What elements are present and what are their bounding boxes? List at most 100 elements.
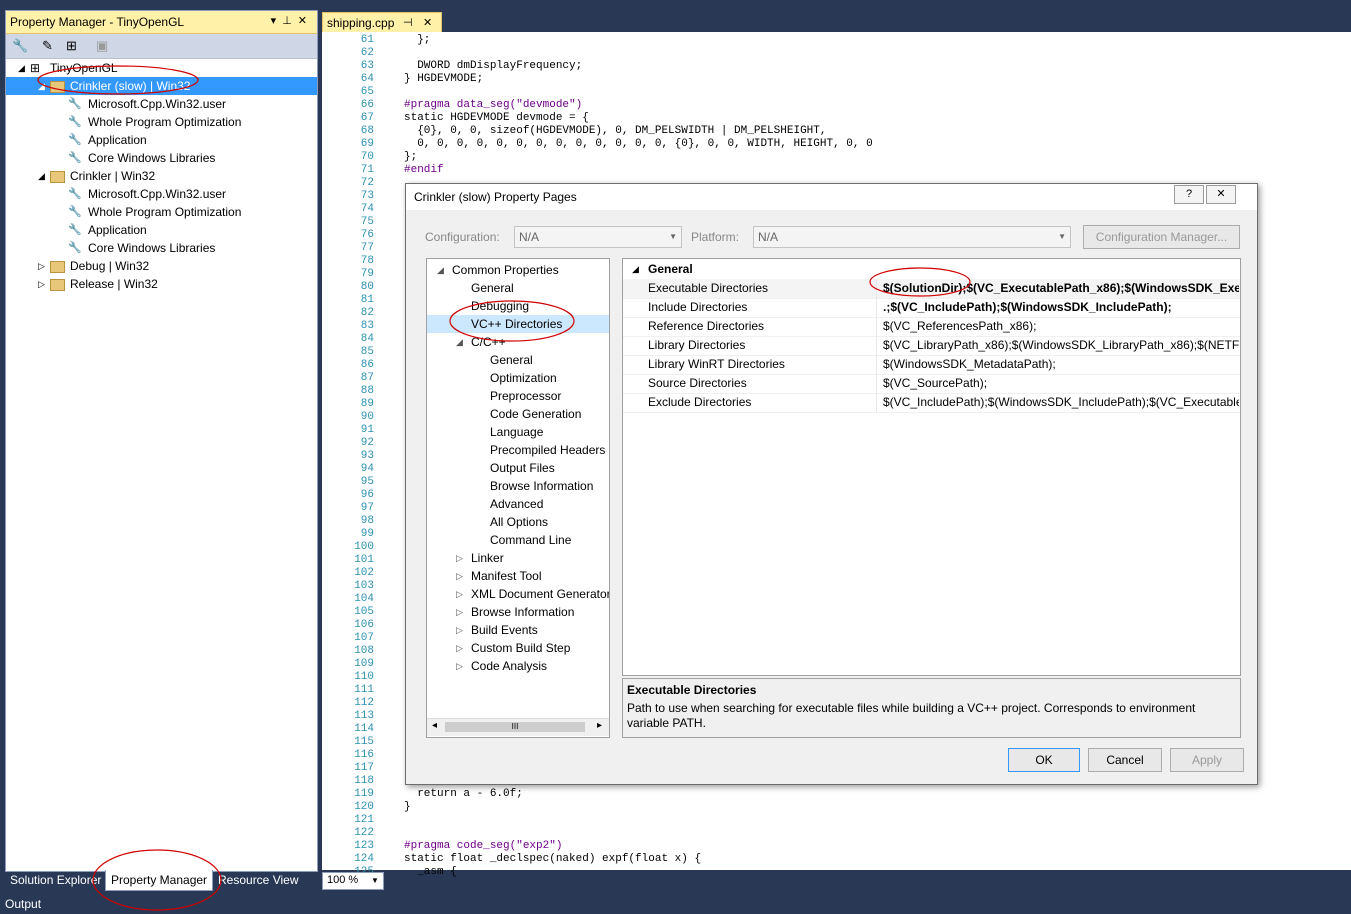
code-line[interactable]: static float _declspec(naked) expf(float… xyxy=(404,853,701,865)
tab-property-manager[interactable]: Property Manager xyxy=(105,870,214,891)
expand-arrow-icon[interactable]: ▷ xyxy=(456,567,463,585)
property-value[interactable]: $(VC_LibraryPath_x86);$(WindowsSDK_Libra… xyxy=(883,336,1239,355)
code-line[interactable]: }; xyxy=(404,151,417,163)
tree-item[interactable]: ▷ Release | Win32 xyxy=(6,275,317,293)
platform-select[interactable]: N/A ▼ xyxy=(753,226,1071,248)
code-line[interactable]: }; xyxy=(404,34,430,46)
tree-item[interactable]: 🔧 Microsoft.Cpp.Win32.user xyxy=(6,95,317,113)
property-grid[interactable]: ◢ General Executable Directories $(Soluti… xyxy=(622,258,1241,676)
property-row[interactable]: Include Directories .;$(VC_IncludePath);$… xyxy=(623,298,1240,318)
nav-tree-item[interactable]: ▷ Browse Information xyxy=(427,603,609,621)
code-line[interactable]: #pragma code_seg("exp2") xyxy=(404,840,562,852)
nav-tree-item[interactable]: Precompiled Headers xyxy=(427,441,609,459)
code-line[interactable]: static HGDEVMODE devmode = { xyxy=(404,112,589,124)
property-value[interactable]: $(VC_ReferencesPath_x86); xyxy=(883,317,1239,336)
property-row[interactable]: Reference Directories $(VC_ReferencesPath… xyxy=(623,317,1240,337)
expand-arrow-icon[interactable]: ▷ xyxy=(456,585,463,603)
nav-tree-item[interactable]: Language xyxy=(427,423,609,441)
output-bar[interactable]: Output xyxy=(0,894,1351,914)
expand-arrow-icon[interactable]: ◢ xyxy=(38,77,45,95)
code-line[interactable]: } HGDEVMODE; xyxy=(404,73,483,85)
wrench-icon[interactable]: 🔧 xyxy=(12,38,28,54)
expand-arrow-icon[interactable]: ▷ xyxy=(456,639,463,657)
nav-tree-item[interactable]: Code Generation xyxy=(427,405,609,423)
apply-button[interactable]: Apply xyxy=(1170,748,1244,772)
expand-arrow-icon[interactable]: ◢ xyxy=(18,59,25,77)
code-line[interactable]: {0}, 0, 0, sizeof(HGDEVMODE), 0, DM_PELS… xyxy=(404,125,826,137)
property-value[interactable]: .;$(VC_IncludePath);$(WindowsSDK_Include… xyxy=(883,298,1239,317)
tree-item[interactable]: 🔧 Core Windows Libraries xyxy=(6,149,317,167)
property-row[interactable]: Executable Directories $(SolutionDir);$(V… xyxy=(623,279,1240,299)
property-value[interactable]: $(WindowsSDK_MetadataPath); xyxy=(883,355,1239,374)
zoom-value[interactable]: 100 % xyxy=(327,874,358,886)
close-button[interactable]: ✕ xyxy=(1206,185,1236,204)
expand-arrow-icon[interactable]: ▷ xyxy=(456,549,463,567)
add-property-icon[interactable]: ✎ xyxy=(42,38,53,54)
tree-item[interactable]: 🔧 Application xyxy=(6,131,317,149)
tree-item[interactable]: ◢ Crinkler | Win32 xyxy=(6,167,317,185)
expand-arrow-icon[interactable]: ◢ xyxy=(456,333,463,351)
pin-icon[interactable]: ⊣ xyxy=(403,16,413,29)
nav-tree-item[interactable]: Preprocessor xyxy=(427,387,609,405)
scroll-left-icon[interactable]: ◂ xyxy=(432,720,437,731)
tree-item[interactable]: ▷ Debug | Win32 xyxy=(6,257,317,275)
nav-tree-item[interactable]: ▷ Manifest Tool xyxy=(427,567,609,585)
property-row[interactable]: Exclude Directories $(VC_IncludePath);$(W… xyxy=(623,393,1240,413)
document-tab[interactable]: shipping.cpp ⊣ ✕ xyxy=(322,12,442,34)
property-row[interactable]: Source Directories $(VC_SourcePath); xyxy=(623,374,1240,394)
scroll-thumb[interactable]: III xyxy=(445,722,585,732)
nav-tree-item[interactable]: General xyxy=(427,351,609,369)
code-line[interactable]: } xyxy=(404,801,411,813)
close-icon[interactable]: ✕ xyxy=(298,15,313,27)
property-value[interactable]: $(SolutionDir);$(VC_ExecutablePath_x86);… xyxy=(883,279,1239,298)
property-row[interactable]: Library WinRT Directories $(WindowsSDK_Me… xyxy=(623,355,1240,375)
expand-arrow-icon[interactable]: ◢ xyxy=(437,261,444,279)
add-existing-sheet-icon[interactable]: ⊞ xyxy=(66,38,77,54)
tree-item[interactable]: 🔧 Application xyxy=(6,221,317,239)
property-value[interactable]: $(VC_IncludePath);$(WindowsSDK_IncludePa… xyxy=(883,393,1239,412)
ok-button[interactable]: OK xyxy=(1008,748,1080,772)
zoom-combo[interactable]: 100 % ▼ xyxy=(322,872,384,890)
expand-arrow-icon[interactable]: ▷ xyxy=(456,603,463,621)
save-icon[interactable]: ▣ xyxy=(96,38,108,54)
dropdown-icon[interactable]: ▾ xyxy=(271,15,283,27)
pin-icon[interactable]: ⊥ xyxy=(282,15,298,27)
chevron-down-icon[interactable]: ▼ xyxy=(371,876,379,885)
code-line[interactable]: #pragma data_seg("devmode") xyxy=(404,99,582,111)
property-page-tree[interactable]: ◢ Common Properties General Debugging VC++ D… xyxy=(426,258,610,738)
output-label[interactable]: Output xyxy=(5,897,41,911)
nav-tree-item[interactable]: General xyxy=(427,279,609,297)
help-button[interactable]: ? xyxy=(1174,185,1204,204)
collapse-arrow-icon[interactable]: ◢ xyxy=(632,259,639,279)
configuration-select[interactable]: N/A ▼ xyxy=(514,226,682,248)
nav-tree-item[interactable]: VC++ Directories xyxy=(427,315,609,333)
code-line[interactable]: DWORD dmDisplayFrequency; xyxy=(404,60,582,72)
nav-tree-item[interactable]: ▷ Linker xyxy=(427,549,609,567)
nav-tree-item[interactable]: ◢ C/C++ xyxy=(427,333,609,351)
nav-tree-item[interactable]: ▷ Code Analysis xyxy=(427,657,609,675)
nav-tree-item[interactable]: Browse Information xyxy=(427,477,609,495)
tree-item[interactable]: 🔧 Whole Program Optimization xyxy=(6,113,317,131)
tree-item[interactable]: ◢ Crinkler (slow) | Win32 xyxy=(6,77,317,95)
nav-tree-item[interactable]: ▷ XML Document Generator xyxy=(427,585,609,603)
nav-tree-item[interactable]: All Options xyxy=(427,513,609,531)
code-line[interactable]: _asm { xyxy=(404,866,457,878)
property-value[interactable]: $(VC_SourcePath); xyxy=(883,374,1239,393)
expand-arrow-icon[interactable]: ▷ xyxy=(38,275,45,293)
tab-solution-explorer[interactable]: Solution Explorer xyxy=(5,870,106,890)
property-row[interactable]: Library Directories $(VC_LibraryPath_x86)… xyxy=(623,336,1240,356)
grid-section-header[interactable]: ◢ General xyxy=(623,259,1240,279)
code-line[interactable]: #endif xyxy=(404,164,444,176)
cancel-button[interactable]: Cancel xyxy=(1088,748,1162,772)
tab-resource-view[interactable]: Resource View xyxy=(213,870,303,890)
nav-tree-item[interactable]: Command Line xyxy=(427,531,609,549)
tree-item[interactable]: 🔧 Core Windows Libraries xyxy=(6,239,317,257)
tree-item[interactable]: 🔧 Whole Program Optimization xyxy=(6,203,317,221)
nav-tree-item[interactable]: Optimization xyxy=(427,369,609,387)
nav-tree-item[interactable]: ▷ Custom Build Step xyxy=(427,639,609,657)
nav-tree-item[interactable]: Advanced xyxy=(427,495,609,513)
tree-item[interactable]: ◢ ⊞ TinyOpenGL xyxy=(6,59,317,77)
scroll-right-icon[interactable]: ▸ xyxy=(597,720,602,731)
expand-arrow-icon[interactable]: ▷ xyxy=(456,621,463,639)
document-tab-label[interactable]: shipping.cpp xyxy=(327,16,394,30)
